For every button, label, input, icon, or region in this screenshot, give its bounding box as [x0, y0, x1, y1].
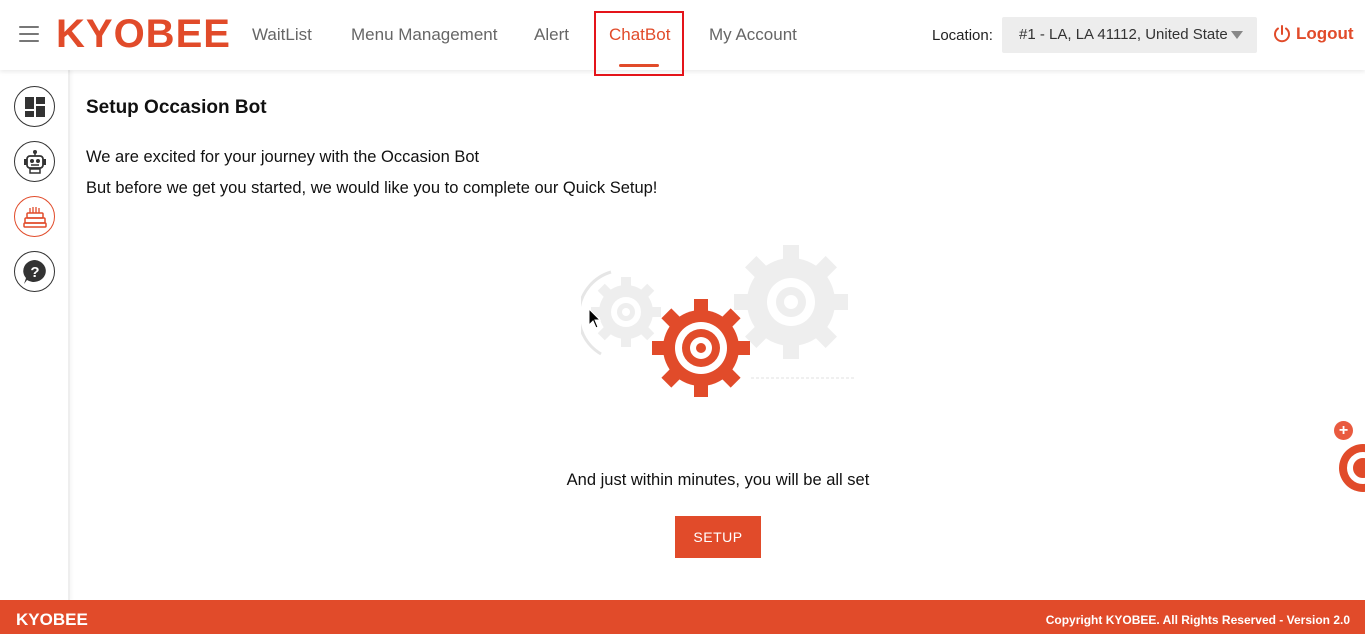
dashboard-icon: [24, 96, 45, 117]
setup-gears-illustration: [581, 245, 856, 397]
chat-plus-icon[interactable]: +: [1334, 421, 1353, 440]
intro-text-line1: We are excited for your journey with the…: [86, 148, 480, 166]
orange-gear-icon: [652, 299, 750, 397]
footer-brand: KYOBEE: [16, 610, 88, 629]
nav-menu-management[interactable]: Menu Management: [351, 25, 497, 45]
location-label: Location:: [932, 27, 993, 44]
sidebar-item-dashboard[interactable]: [14, 86, 55, 127]
chat-bubble-icon[interactable]: [1339, 444, 1365, 492]
top-header: KYOBEE WaitList Menu Management Alert Ch…: [0, 0, 1365, 76]
footer: KYOBEE Copyright KYOBEE. All Rights Rese…: [0, 600, 1365, 634]
sidebar-item-robot[interactable]: [14, 141, 55, 182]
setup-subtext: And just within minutes, you will be all…: [566, 471, 870, 489]
logout-label: Logout: [1296, 24, 1354, 43]
robot-icon: [23, 149, 46, 174]
chat-widget: +: [1333, 420, 1365, 500]
main-content: Setup Occasion Bot We are excited for yo…: [86, 70, 1346, 600]
nav-my-account[interactable]: My Account: [709, 25, 797, 45]
svg-text:?: ?: [30, 264, 39, 281]
active-nav-underline: [619, 64, 659, 67]
intro-text-line2: But before we get you started, we would …: [86, 179, 658, 197]
sidebar-item-help[interactable]: ?: [14, 251, 55, 292]
cake-icon: [22, 206, 47, 228]
page-title: Setup Occasion Bot: [86, 97, 267, 118]
caret-down-icon: [1231, 31, 1243, 39]
logout-button[interactable]: Logout: [1272, 24, 1354, 44]
large-gear-icon: [734, 245, 848, 359]
mouse-cursor-icon: [588, 308, 602, 329]
location-value: #1 - LA, LA 41112, United States: [1019, 26, 1227, 43]
nav-waitlist[interactable]: WaitList: [252, 25, 312, 45]
power-icon: [1274, 25, 1290, 43]
kyobee-logo[interactable]: KYOBEE: [56, 12, 231, 57]
nav-alert[interactable]: Alert: [534, 25, 569, 45]
sidebar-item-occasion[interactable]: [14, 196, 55, 237]
help-icon: ?: [22, 259, 46, 284]
left-sidebar: ?: [0, 70, 70, 600]
location-select[interactable]: #1 - LA, LA 41112, United States: [1002, 17, 1257, 53]
menu-icon[interactable]: [19, 26, 39, 44]
footer-copyright: Copyright KYOBEE. All Rights Reserved - …: [1045, 613, 1350, 627]
setup-button[interactable]: SETUP: [675, 516, 761, 558]
